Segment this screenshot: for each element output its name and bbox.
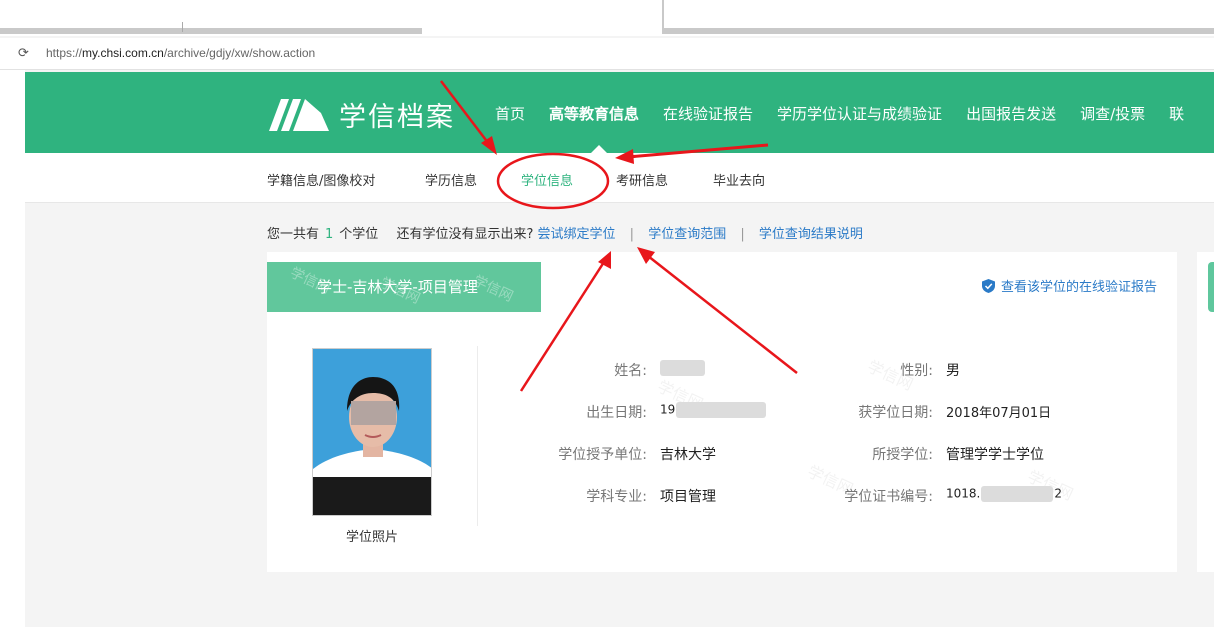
grantor-value: 吉林大学 (660, 447, 716, 463)
watermark: 学信网 (470, 272, 516, 306)
degree-date-label: 获学位日期: (858, 405, 933, 421)
certificate-number-value: 1018. 2 (946, 486, 1062, 502)
site-header: 学信档案 首页 高等教育信息 在线验证报告 学历学位认证与成绩验证 出国报告发送… (25, 72, 1214, 153)
degree-date-value: 2018年07月01日 (946, 406, 1052, 421)
watermark: 学信网 (377, 274, 423, 308)
nav-certification[interactable]: 学历学位认证与成绩验证 (777, 103, 942, 124)
verify-report-label: 查看该学位的在线验证报告 (1000, 280, 1157, 295)
subnav-enrollment[interactable]: 学籍信息/图像校对 (267, 170, 375, 189)
certificate-number-label: 学位证书编号: (844, 489, 933, 505)
major-value: 项目管理 (660, 489, 716, 505)
separator: | (740, 227, 745, 242)
browser-tab[interactable] (0, 0, 422, 34)
main-nav: 首页 高等教育信息 在线验证报告 学历学位认证与成绩验证 出国报告发送 调查/投… (495, 103, 1208, 124)
redacted-name (660, 360, 705, 376)
subnav-degree[interactable]: 学位信息 (521, 170, 573, 189)
nav-more[interactable]: 联 (1169, 103, 1184, 124)
separator: | (629, 227, 635, 242)
degree-count: 1 (325, 227, 334, 242)
nav-online-verification[interactable]: 在线验证报告 (663, 103, 753, 124)
bind-degree-link[interactable]: 尝试绑定学位 (538, 227, 616, 242)
verify-report-link[interactable]: 查看该学位的在线验证报告 (981, 276, 1157, 295)
reload-icon[interactable]: ⟳ (18, 46, 29, 61)
browser-tab-strip (0, 0, 1214, 36)
result-explain-link[interactable]: 学位查询结果说明 (759, 227, 863, 242)
summary-question: 还有学位没有显示出来? (396, 227, 534, 242)
nav-active-caret (591, 145, 607, 153)
nav-abroad-report[interactable]: 出国报告发送 (966, 103, 1056, 124)
major-label: 学科专业: (586, 489, 647, 505)
logo-stripes-icon (269, 99, 329, 131)
gender-label: 性别: (900, 363, 933, 379)
degree-summary: 您一共有 1 个学位 还有学位没有显示出来? 尝试绑定学位 | 学位查询范围 | 学… (267, 223, 863, 242)
address-bar[interactable]: ⟳ https://my.chsi.com.cn/archive/gdjy/xw… (0, 38, 1214, 70)
gender-value: 男 (946, 363, 960, 379)
degree-title-tag: 学士-吉林大学-项目管理 学信网 学信网 学信网 (267, 262, 541, 312)
degree-type-label: 所授学位: (872, 447, 933, 463)
name-value (660, 360, 705, 376)
next-card-tag (1208, 262, 1214, 312)
grantor-label: 学位授予单位: (558, 447, 647, 463)
logo-text: 学信档案 (339, 101, 455, 133)
nav-survey[interactable]: 调查/投票 (1080, 103, 1145, 124)
degree-type-value: 管理学学士学位 (946, 447, 1044, 463)
browser-tab[interactable] (662, 0, 1214, 34)
summary-suffix: 个学位 (339, 227, 379, 242)
query-scope-link[interactable]: 学位查询范围 (648, 227, 726, 242)
degree-photo (312, 348, 432, 516)
sub-nav: 学籍信息/图像校对 学历信息 学位信息 考研信息 毕业去向 (25, 153, 1214, 203)
redacted-birth-date (676, 402, 767, 418)
nav-higher-education[interactable]: 高等教育信息 (549, 103, 639, 124)
left-margin (0, 70, 25, 627)
subnav-employment[interactable]: 毕业去向 (713, 170, 765, 189)
nav-home[interactable]: 首页 (495, 103, 525, 124)
portrait-image (313, 349, 431, 515)
watermark: 学信网 (287, 264, 333, 298)
redacted-certificate-number (981, 486, 1054, 502)
photo-caption: 学位照片 (345, 530, 398, 545)
name-label: 姓名: (614, 363, 647, 379)
subnav-postgraduate-exam[interactable]: 考研信息 (616, 170, 668, 189)
url-text[interactable]: https://my.chsi.com.cn/archive/gdjy/xw/s… (46, 46, 315, 60)
subnav-education[interactable]: 学历信息 (425, 170, 477, 189)
shield-check-icon (981, 278, 995, 293)
page-root: ⟳ https://my.chsi.com.cn/archive/gdjy/xw… (0, 0, 1214, 627)
card-divider (477, 346, 478, 526)
degree-card: 学士-吉林大学-项目管理 学信网 学信网 学信网 查看该学位的在线验证报告 学位… (267, 252, 1177, 572)
tab-separator (182, 22, 183, 32)
site-logo[interactable]: 学信档案 (267, 94, 455, 134)
birth-date-value: 19 (660, 402, 767, 418)
summary-prefix: 您一共有 (267, 227, 320, 242)
birth-date-label: 出生日期: (586, 405, 647, 421)
